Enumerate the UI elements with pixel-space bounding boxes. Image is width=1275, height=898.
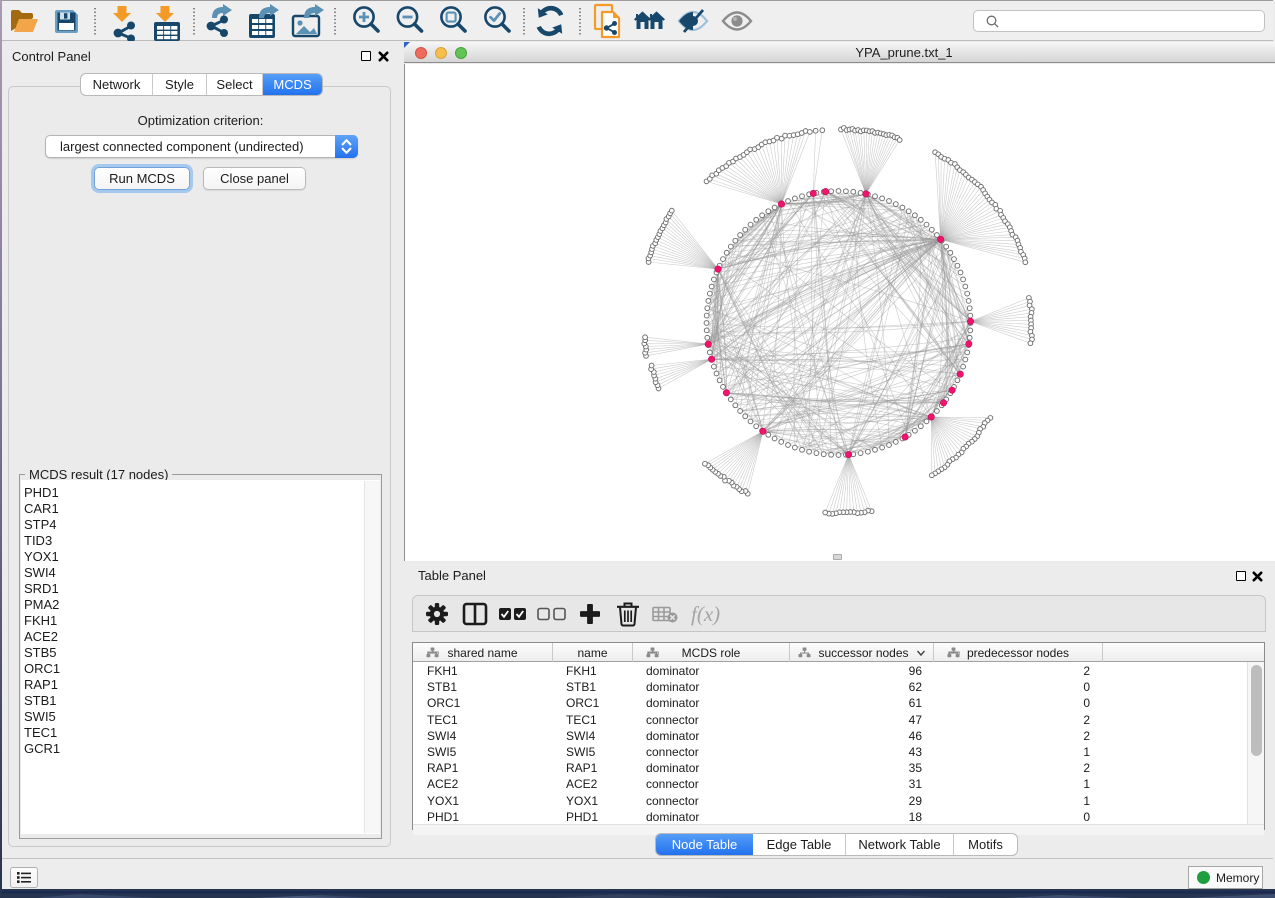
svg-text:f(x): f(x) [691,602,720,626]
